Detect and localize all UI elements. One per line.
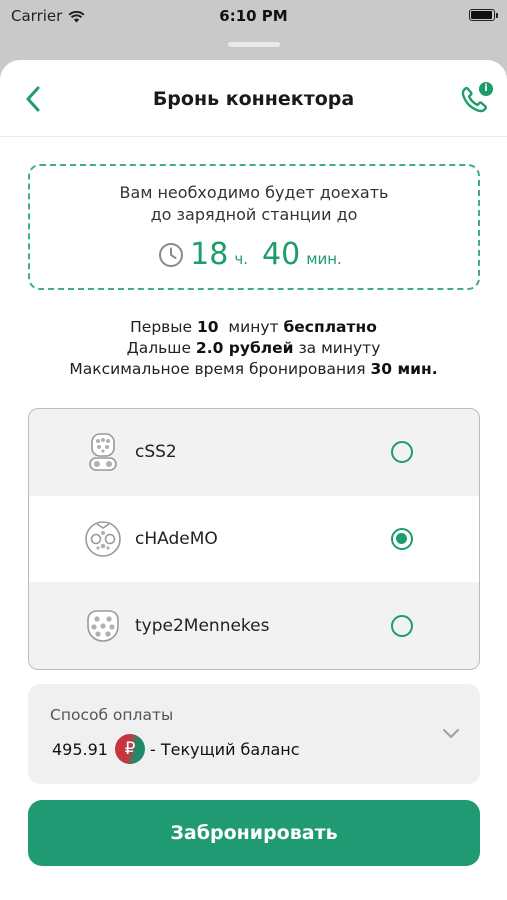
connector-list: cSS2 cHAdeMO type2Mennekes — [28, 408, 480, 670]
arrival-deadline: 18 ч. 40 мин. — [30, 238, 478, 272]
clock-icon — [159, 243, 184, 267]
connector-option-ccs2[interactable]: cSS2 — [29, 409, 479, 495]
deadline-hours-unit: ч. — [234, 250, 248, 268]
connector-label: cSS2 — [135, 442, 177, 462]
terms-max-time: 30 мин. — [370, 360, 438, 378]
nav-bar: Бронь коннектора i — [0, 60, 507, 137]
arrival-notice: Вам необходимо будет доехать до зарядной… — [28, 164, 480, 290]
payment-method-select[interactable]: Способ оплаты 495.91 ₽ - Текущий баланс — [28, 684, 480, 784]
balance-amount: 495.91 — [52, 739, 108, 759]
connector-label: cHAdeMO — [135, 529, 218, 549]
type2-connector-icon — [87, 610, 119, 642]
connector-label: type2Mennekes — [135, 616, 270, 636]
notice-line-1: Вам необходимо будет доехать — [119, 183, 389, 202]
terms-text: Максимальное время бронирования — [69, 360, 371, 378]
payment-method-label: Способ оплаты — [50, 706, 174, 724]
radio-button[interactable] — [391, 615, 413, 637]
booking-sheet: Бронь коннектора i Вам необходимо будет … — [0, 60, 507, 900]
booking-terms: Первые 10 минут бесплатно Дальше 2.0 руб… — [0, 317, 507, 380]
terms-text: за минуту — [293, 339, 381, 357]
deadline-hours: 18 — [190, 237, 229, 272]
page-title: Бронь коннектора — [152, 88, 355, 110]
balance-description: - Текущий баланс — [149, 739, 300, 759]
notice-line-2: до зарядной станции до — [150, 205, 358, 224]
terms-text: минут — [218, 318, 284, 336]
ccs2-connector-icon — [89, 433, 117, 471]
terms-text: Первые — [130, 318, 197, 336]
terms-line-3: Максимальное время бронирования 30 мин. — [0, 359, 507, 380]
book-button[interactable]: Забронировать — [28, 800, 480, 866]
terms-line-1: Первые 10 минут бесплатно — [0, 317, 507, 338]
connector-option-type2[interactable]: type2Mennekes — [29, 583, 479, 669]
chevron-down-icon[interactable] — [440, 722, 462, 744]
terms-free-label: бесплатно — [283, 318, 377, 336]
terms-text: Дальше — [126, 339, 196, 357]
sheet-grabber[interactable] — [228, 42, 280, 47]
info-badge: i — [479, 82, 493, 96]
terms-free-minutes: 10 — [197, 318, 219, 336]
battery-icon — [469, 9, 498, 21]
terms-price: 2.0 рублей — [195, 339, 294, 357]
ruble-icon: ₽ — [114, 734, 145, 764]
connector-option-chademo[interactable]: cHAdeMO — [29, 496, 479, 582]
chademo-connector-icon — [85, 521, 121, 557]
radio-button[interactable] — [391, 441, 413, 463]
deadline-minutes: 40 — [262, 237, 301, 272]
radio-button-selected[interactable] — [391, 528, 413, 550]
deadline-minutes-unit: мин. — [306, 250, 342, 268]
payment-selected-value: 495.91 ₽ - Текущий баланс — [52, 734, 300, 764]
status-time: 6:10 PM — [219, 7, 288, 25]
terms-line-2: Дальше 2.0 рублей за минуту — [0, 338, 507, 359]
status-bar: Carrier 6:10 PM — [0, 0, 507, 34]
